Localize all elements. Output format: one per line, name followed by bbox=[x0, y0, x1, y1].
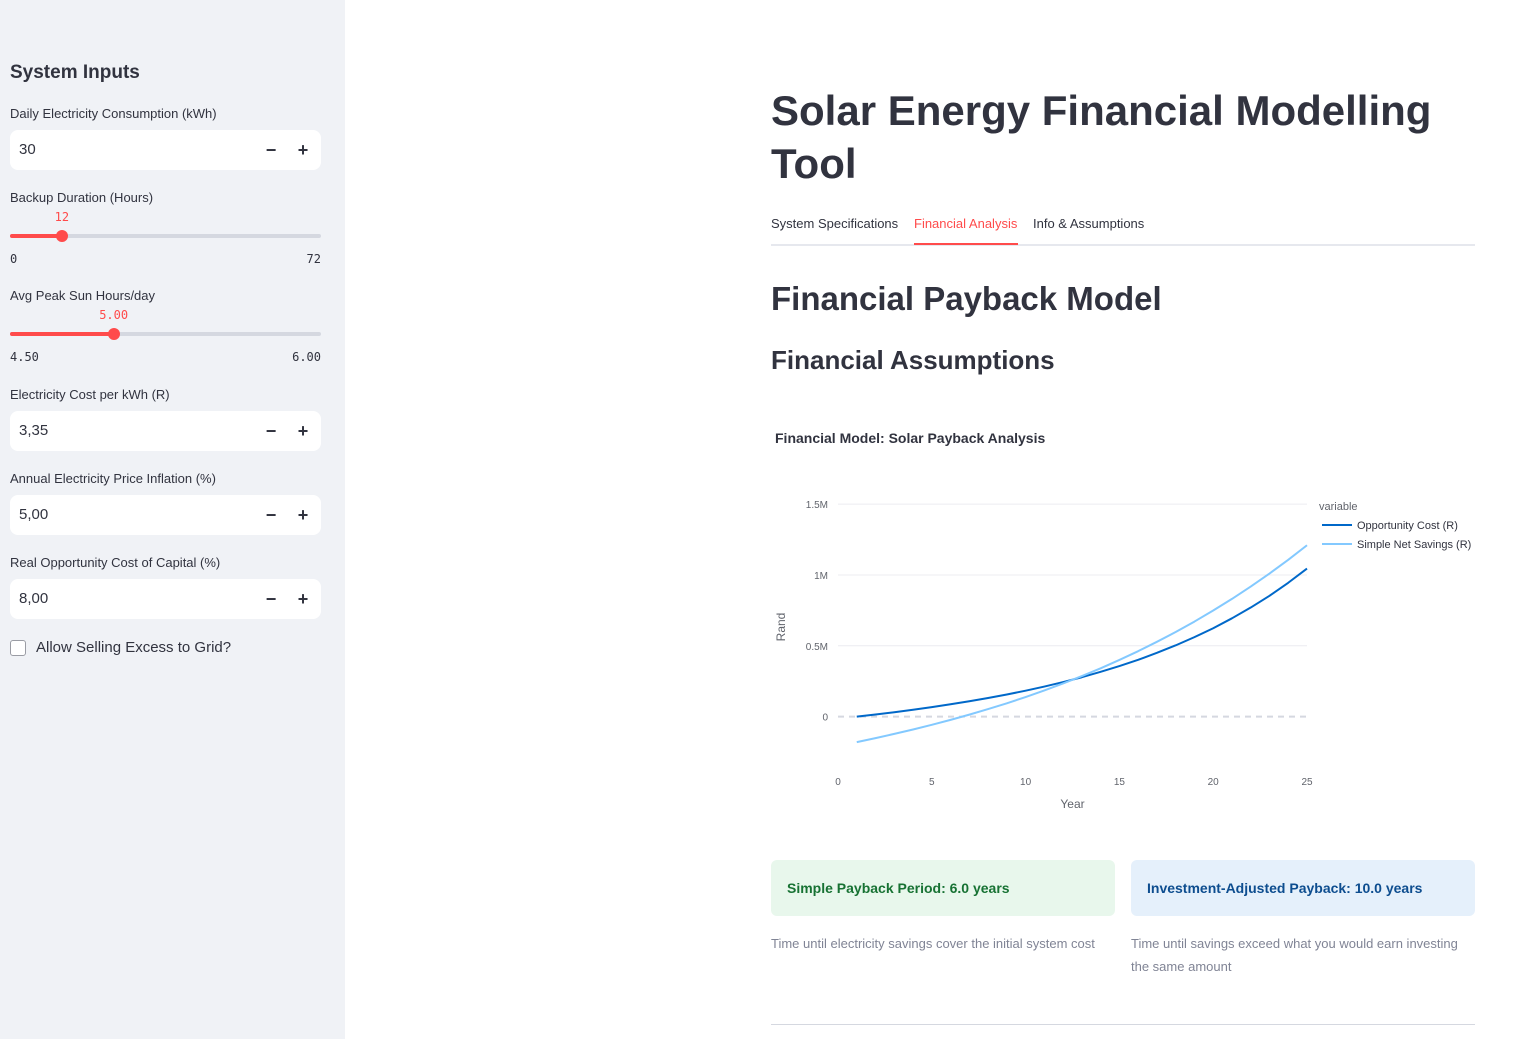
section-subheading: Financial Assumptions bbox=[771, 345, 1055, 375]
chart-legend[interactable]: variable Opportunity Cost (R) Simple Net… bbox=[1319, 501, 1471, 551]
chart-grid bbox=[838, 503, 1307, 718]
daily-consumption-increment-button[interactable]: + bbox=[287, 130, 319, 170]
elec-cost-increment-button[interactable]: + bbox=[287, 411, 319, 451]
daily-consumption-input[interactable]: 30 − + bbox=[10, 130, 321, 170]
page-title: Solar Energy Financial Modelling Tool bbox=[771, 87, 1432, 187]
inflation-increment-button[interactable]: + bbox=[287, 495, 319, 535]
chart-x-ticks: 0 5 10 15 20 25 bbox=[835, 777, 1313, 788]
slider-thumb[interactable] bbox=[55, 230, 68, 242]
slider-max-label: 72 bbox=[306, 252, 321, 266]
tab-system-specifications[interactable]: System Specifications bbox=[771, 216, 898, 231]
inflation-decrement-button[interactable]: − bbox=[255, 495, 287, 535]
active-tab-indicator bbox=[914, 243, 1018, 245]
opportunity-cost-decrement-button[interactable]: − bbox=[255, 579, 287, 619]
x-tick-label: 25 bbox=[1301, 777, 1313, 788]
slider-min-label: 0 bbox=[10, 252, 18, 266]
inflation-input[interactable]: 5,00 − + bbox=[10, 495, 321, 535]
simple-payback-caption: Time until electricity savings cover the… bbox=[771, 936, 1095, 951]
daily-consumption-value[interactable]: 30 bbox=[19, 141, 36, 158]
daily-consumption-decrement-button[interactable]: − bbox=[255, 130, 287, 170]
legend-label-opportunity[interactable]: Opportunity Cost (R) bbox=[1357, 520, 1458, 532]
section-heading: Financial Payback Model bbox=[771, 280, 1162, 317]
tab-bar: System Specifications Financial Analysis… bbox=[771, 213, 1475, 246]
slider-fill bbox=[10, 332, 114, 336]
sidebar: System Inputs Daily Electricity Consumpt… bbox=[0, 0, 345, 1039]
inflation-label: Annual Electricity Price Inflation (%) bbox=[10, 471, 216, 486]
peak-sun-label: Avg Peak Sun Hours/day bbox=[10, 288, 156, 303]
adjusted-payback-caption: Time until savings exceed what you would… bbox=[1131, 936, 1458, 974]
x-tick-label: 20 bbox=[1208, 777, 1220, 788]
payback-chart-svg[interactable]: Financial Model: Solar Payback Analysis … bbox=[771, 420, 1475, 820]
tab-financial-analysis[interactable]: Financial Analysis bbox=[914, 216, 1017, 231]
slider-fill bbox=[10, 234, 62, 238]
y-axis-label: Rand bbox=[774, 613, 788, 642]
x-tick-label: 0 bbox=[835, 777, 841, 788]
adjusted-payback-metric: Investment-Adjusted Payback: 10.0 years bbox=[1131, 860, 1475, 916]
slider-current-value: 12 bbox=[54, 210, 70, 224]
inflation-value[interactable]: 5,00 bbox=[19, 506, 48, 523]
slider-min-label: 4.50 bbox=[10, 350, 39, 364]
x-axis-label: Year bbox=[1060, 797, 1084, 811]
opportunity-cost-value[interactable]: 8,00 bbox=[19, 590, 48, 607]
y-tick-label: 1M bbox=[814, 571, 828, 582]
elec-cost-label: Electricity Cost per kWh (R) bbox=[10, 387, 170, 402]
allow-selling-checkbox[interactable]: Allow Selling Excess to Grid? bbox=[10, 639, 231, 656]
sidebar-title: System Inputs bbox=[10, 62, 140, 83]
elec-cost-input[interactable]: 3,35 − + bbox=[10, 411, 321, 451]
y-tick-label: 1.5M bbox=[806, 500, 828, 511]
payback-chart[interactable]: Financial Model: Solar Payback Analysis … bbox=[771, 420, 1475, 820]
slider-thumb[interactable] bbox=[107, 328, 120, 340]
simple-payback-text: Simple Payback Period: 6.0 years bbox=[787, 880, 1010, 896]
chart-y-ticks: 0 0.5M 1M 1.5M bbox=[806, 500, 829, 723]
tab-info-assumptions[interactable]: Info & Assumptions bbox=[1033, 216, 1144, 231]
divider bbox=[771, 1024, 1475, 1025]
opportunity-cost-label: Real Opportunity Cost of Capital (%) bbox=[10, 555, 221, 570]
legend-label-savings[interactable]: Simple Net Savings (R) bbox=[1357, 539, 1471, 551]
opportunity-cost-input[interactable]: 8,00 − + bbox=[10, 579, 321, 619]
chart-title: Financial Model: Solar Payback Analysis bbox=[775, 430, 1045, 446]
y-tick-label: 0.5M bbox=[806, 642, 828, 653]
x-tick-label: 10 bbox=[1020, 777, 1032, 788]
allow-selling-label[interactable]: Allow Selling Excess to Grid? bbox=[36, 639, 231, 656]
opportunity-cost-increment-button[interactable]: + bbox=[287, 579, 319, 619]
series-line-opportunity-cost[interactable] bbox=[856, 567, 1308, 718]
slider-current-value: 5.00 bbox=[99, 308, 129, 322]
elec-cost-value[interactable]: 3,35 bbox=[19, 422, 48, 439]
x-tick-label: 15 bbox=[1114, 777, 1126, 788]
backup-duration-label: Backup Duration (Hours) bbox=[10, 190, 154, 205]
adjusted-payback-text: Investment-Adjusted Payback: 10.0 years bbox=[1147, 880, 1423, 896]
elec-cost-decrement-button[interactable]: − bbox=[255, 411, 287, 451]
y-tick-label: 0 bbox=[822, 713, 828, 724]
legend-title: variable bbox=[1319, 501, 1358, 513]
slider-max-label: 6.00 bbox=[292, 350, 321, 364]
x-tick-label: 5 bbox=[929, 777, 935, 788]
checkbox-box[interactable] bbox=[10, 639, 26, 656]
peak-sun-slider[interactable]: 5.00 4.50 6.00 bbox=[10, 308, 321, 377]
simple-payback-metric: Simple Payback Period: 6.0 years bbox=[771, 860, 1115, 916]
backup-duration-slider[interactable]: 12 0 72 bbox=[10, 210, 321, 279]
daily-consumption-label: Daily Electricity Consumption (kWh) bbox=[10, 106, 217, 121]
